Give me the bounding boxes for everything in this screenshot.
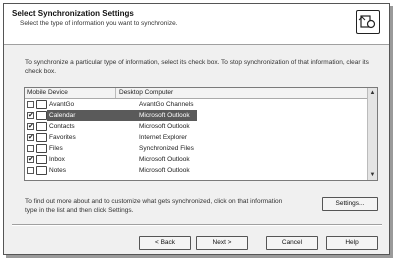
sync-checkbox[interactable]: ✔ — [27, 156, 34, 163]
device-label: Notes — [49, 167, 66, 174]
inbox-icon — [36, 155, 47, 164]
page-title: Select Synchronization Settings — [12, 9, 134, 18]
contacts-icon — [36, 122, 47, 131]
notes-icon — [36, 166, 47, 175]
scroll-down-icon[interactable]: ▼ — [369, 171, 376, 179]
calendar-icon — [36, 111, 47, 120]
sync-checkbox[interactable] — [27, 101, 34, 108]
settings-button[interactable]: Settings... — [322, 197, 378, 211]
dialog-separator — [12, 224, 382, 226]
list-item[interactable]: Notes Microsoft Outlook — [25, 165, 369, 176]
list-item[interactable]: ✔ Inbox Microsoft Outlook — [25, 154, 369, 165]
back-button[interactable]: < Back — [139, 236, 191, 250]
desktop-label: Internet Explorer — [139, 134, 188, 141]
cancel-button[interactable]: Cancel — [266, 236, 318, 250]
desktop-label: Microsoft Outlook — [139, 123, 190, 130]
settings-note: To find out more about and to customize … — [25, 198, 283, 214]
column-header-desktop-computer[interactable]: Desktop Computer — [116, 88, 173, 98]
device-label: AvantGo — [49, 101, 75, 108]
scroll-up-icon[interactable]: ▲ — [369, 89, 376, 97]
desktop-label: Microsoft Outlook — [139, 156, 190, 163]
sync-items-list[interactable]: Mobile Device Desktop Computer AvantGo Av… — [24, 87, 378, 181]
desktop-label: Synchronized Files — [139, 145, 194, 152]
desktop-label: Microsoft Outlook — [139, 167, 190, 174]
device-label: Calendar — [49, 112, 76, 119]
list-scrollbar[interactable]: ▲ ▼ — [367, 88, 377, 180]
list-item[interactable]: ✔ Favorites Internet Explorer — [25, 132, 369, 143]
page-subtitle: Select the type of information you want … — [20, 20, 178, 27]
desktop-label: AvantGo Channels — [139, 101, 194, 108]
list-item[interactable]: Files Synchronized Files — [25, 143, 369, 154]
sync-checkbox[interactable] — [27, 145, 34, 152]
sync-checkbox[interactable]: ✔ — [27, 134, 34, 141]
device-label: Files — [49, 145, 63, 152]
device-label: Favorites — [49, 134, 76, 141]
sync-checkbox[interactable] — [27, 167, 34, 174]
device-label: Contacts — [49, 123, 75, 130]
files-icon — [36, 144, 47, 153]
help-button[interactable]: Help — [326, 236, 378, 250]
list-item[interactable]: ✔ Calendar Microsoft Outlook — [25, 110, 369, 121]
list-header: Mobile Device Desktop Computer — [25, 88, 369, 99]
instructions-text: To synchronize a particular type of info… — [25, 59, 369, 75]
sync-checkbox[interactable]: ✔ — [27, 123, 34, 130]
sync-checkbox[interactable]: ✔ — [27, 112, 34, 119]
favorites-icon — [36, 133, 47, 142]
avantgo-icon — [36, 100, 47, 109]
sync-settings-icon — [356, 10, 380, 34]
dialog-header: Select Synchronization Settings Select t… — [4, 4, 389, 45]
list-item[interactable]: AvantGo AvantGo Channels — [25, 99, 369, 110]
desktop-label: Microsoft Outlook — [139, 112, 190, 119]
sync-settings-dialog: Select Synchronization Settings Select t… — [3, 3, 390, 255]
device-label: Inbox — [49, 156, 65, 163]
list-item[interactable]: ✔ Contacts Microsoft Outlook — [25, 121, 369, 132]
column-header-mobile-device[interactable]: Mobile Device — [25, 88, 116, 98]
next-button[interactable]: Next > — [196, 236, 248, 250]
